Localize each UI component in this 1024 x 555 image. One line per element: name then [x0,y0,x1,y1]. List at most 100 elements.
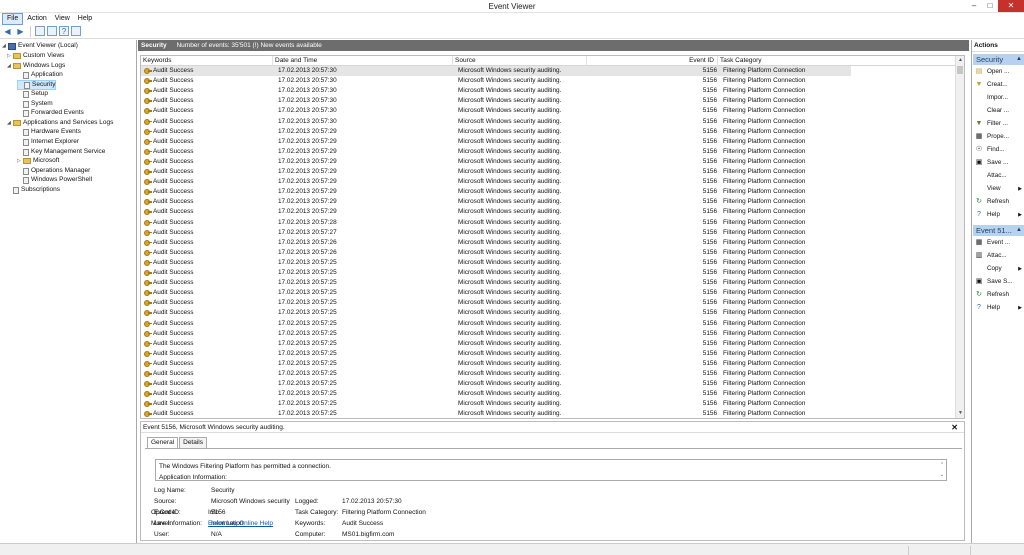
table-row[interactable]: Audit Success 17.02.2013 20:57:26 Microsof… [141,238,851,248]
properties-icon[interactable] [47,26,57,36]
table-row[interactable]: Audit Success 17.02.2013 20:57:29 Microsof… [141,177,851,187]
column-task-category[interactable]: Task Category [718,56,956,66]
action-attac[interactable]: ▥ Attac... [973,250,1024,262]
tree-item-subscriptions[interactable]: Subscriptions [7,185,60,195]
action-help[interactable]: ? Help ▶ [973,209,1024,221]
column-date-time[interactable]: Date and Time [273,56,453,66]
table-row[interactable]: Audit Success 17.02.2013 20:57:25 Microsof… [141,258,851,268]
tree-item-custom-views[interactable]: ▷ Custom Views [7,51,64,61]
action-filter[interactable]: ▼ Filter ... [973,118,1024,130]
tree-item-event-viewer-local[interactable]: ◢ Event Viewer (Local) [2,41,78,51]
help-icon[interactable]: ? [59,26,69,36]
menu-view[interactable]: View [51,14,74,24]
table-row[interactable]: Audit Success 17.02.2013 20:57:25 Microsof… [141,409,851,418]
action-help[interactable]: ? Help ▶ [973,302,1024,314]
menu-help[interactable]: Help [74,14,96,24]
table-row[interactable]: Audit Success 17.02.2013 20:57:29 Microsof… [141,127,851,137]
table-row[interactable]: Audit Success 17.02.2013 20:57:30 Microsof… [141,66,851,76]
action-save-s[interactable]: ▣ Save S... [973,276,1024,288]
action-event[interactable]: ▦ Event ... [973,237,1024,249]
close-icon[interactable]: ✕ [951,422,958,433]
action-find[interactable]: ☉ Find... [973,144,1024,156]
action-save[interactable]: ▣ Save ... [973,157,1024,169]
table-row[interactable]: Audit Success 17.02.2013 20:57:29 Microsof… [141,147,851,157]
action-impor[interactable]: Impor... [973,92,1024,104]
table-row[interactable]: Audit Success 17.02.2013 20:57:30 Microsof… [141,96,851,106]
table-row[interactable]: Audit Success 17.02.2013 20:57:25 Microsof… [141,359,851,369]
table-row[interactable]: Audit Success 17.02.2013 20:57:30 Microsof… [141,106,851,116]
close-window-icon[interactable]: ✕ [998,0,1024,12]
action-open[interactable]: ▤ Open ... [973,66,1024,78]
scroll-down-icon[interactable]: ⌄ [938,470,946,480]
table-row[interactable]: Audit Success 17.02.2013 20:57:29 Microsof… [141,187,851,197]
scrollbar-thumb[interactable] [957,66,963,74]
menu-action[interactable]: Action [23,14,50,24]
action-refresh[interactable]: ↻ Refresh [973,289,1024,301]
tree-item-setup[interactable]: Setup [17,89,48,99]
table-row[interactable]: Audit Success 17.02.2013 20:57:25 Microsof… [141,329,851,339]
event-message[interactable]: The Windows Filtering Platform has permi… [155,459,947,481]
action-refresh[interactable]: ↻ Refresh [973,196,1024,208]
table-row[interactable]: Audit Success 17.02.2013 20:57:28 Microsof… [141,218,851,228]
event-log-online-help-link[interactable]: Event Log Online Help [208,519,273,528]
keywords-text: Audit Success [153,218,194,226]
scroll-up-icon[interactable]: ▲ [956,56,964,65]
collapse-up-icon[interactable]: ▲ [1016,225,1022,236]
tab-details[interactable]: Details [179,437,207,448]
actions-section-event[interactable]: Event 51... ▲ [973,225,1024,236]
table-row[interactable]: Audit Success 17.02.2013 20:57:25 Microsof… [141,298,851,308]
table-row[interactable]: Audit Success 17.02.2013 20:57:27 Microsof… [141,228,851,238]
action-creat[interactable]: ▼ Creat... [973,79,1024,91]
collapse-up-icon[interactable]: ▲ [1016,54,1022,65]
action-attac[interactable]: Attac... [973,170,1024,182]
column-keywords[interactable]: Keywords [141,56,273,66]
cell-event-id: 5156 [702,319,717,327]
table-scrollbar[interactable]: ▲ ▼ [955,56,964,418]
table-row[interactable]: Audit Success 17.02.2013 20:57:25 Microsof… [141,389,851,399]
table-row[interactable]: Audit Success 17.02.2013 20:57:30 Microsof… [141,76,851,86]
table-row[interactable]: Audit Success 17.02.2013 20:57:29 Microsof… [141,167,851,177]
menu-file[interactable]: File [2,12,24,25]
minimize-icon[interactable]: – [966,0,982,12]
tree-item-forwarded-events[interactable]: Forwarded Events [17,108,84,118]
maximize-icon[interactable]: □ [982,0,998,12]
table-row[interactable]: Audit Success 17.02.2013 20:57:25 Microsof… [141,399,851,409]
table-row[interactable]: Audit Success 17.02.2013 20:57:26 Microsof… [141,248,851,258]
table-row[interactable]: Audit Success 17.02.2013 20:57:25 Microsof… [141,308,851,318]
tree-item-internet-explorer[interactable]: Internet Explorer [17,137,79,147]
table-row[interactable]: Audit Success 17.02.2013 20:57:25 Microsof… [141,288,851,298]
column-source[interactable]: Source [453,56,587,66]
scroll-down-icon[interactable]: ▼ [956,409,964,418]
table-row[interactable]: Audit Success 17.02.2013 20:57:25 Microsof… [141,268,851,278]
table-row[interactable]: Audit Success 17.02.2013 20:57:29 Microsof… [141,137,851,147]
message-scrollbar[interactable]: ⌃ ⌄ [938,460,946,480]
table-row[interactable]: Audit Success 17.02.2013 20:57:30 Microsof… [141,86,851,96]
table-row[interactable]: Audit Success 17.02.2013 20:57:29 Microsof… [141,197,851,207]
scroll-up-icon[interactable]: ⌃ [938,460,946,470]
column-event-id[interactable]: Event ID [587,56,718,66]
table-row[interactable]: Audit Success 17.02.2013 20:57:25 Microsof… [141,349,851,359]
tree-item-hardware-events[interactable]: Hardware Events [17,127,81,137]
action-view[interactable]: View ▶ [973,183,1024,195]
actions-section-security[interactable]: Security ▲ [973,54,1024,65]
action-prope[interactable]: ▦ Prope... [973,131,1024,143]
table-row[interactable]: Audit Success 17.02.2013 20:57:25 Microsof… [141,339,851,349]
table-row[interactable]: Audit Success 17.02.2013 20:57:29 Microsof… [141,207,851,217]
cell-keywords: Audit Success [144,106,272,116]
table-row[interactable]: Audit Success 17.02.2013 20:57:25 Microsof… [141,278,851,288]
show-hide-tree-icon[interactable] [35,26,45,36]
table-row[interactable]: Audit Success 17.02.2013 20:57:25 Microsof… [141,379,851,389]
log-header: Security Number of events: 35'501 (!) Ne… [138,40,969,51]
table-row[interactable]: Audit Success 17.02.2013 20:57:25 Microsof… [141,319,851,329]
action-clear[interactable]: Clear ... [973,105,1024,117]
show-hide-action-pane-icon[interactable] [71,26,81,36]
tree-item-microsoft[interactable]: ▷ Microsoft [17,156,59,166]
table-row[interactable]: Audit Success 17.02.2013 20:57:25 Microsof… [141,369,851,379]
action-copy[interactable]: Copy ▶ [973,263,1024,275]
tree-item-application[interactable]: Application [17,70,63,80]
table-row[interactable]: Audit Success 17.02.2013 20:57:29 Microsof… [141,157,851,167]
table-row[interactable]: Audit Success 17.02.2013 20:57:30 Microsof… [141,117,851,127]
back-arrow-icon[interactable]: ◀ [2,26,13,37]
forward-arrow-icon[interactable]: ▶ [15,26,26,37]
tree-item-windows-powershell[interactable]: Windows PowerShell [17,175,92,185]
